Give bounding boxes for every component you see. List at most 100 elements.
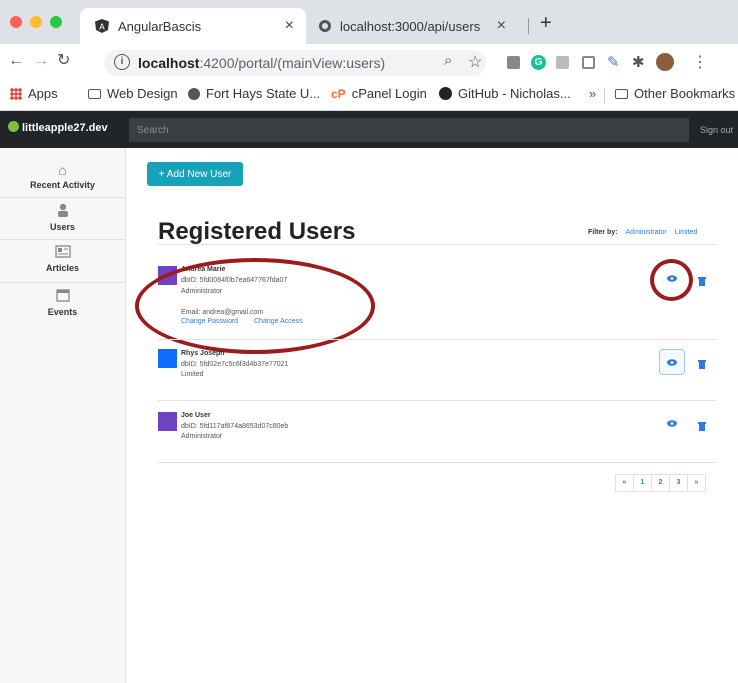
sidebar-divider: [0, 197, 125, 198]
pagination-page-3[interactable]: 3: [669, 474, 688, 492]
sidebar-item-label: Users: [49, 222, 76, 232]
divider: [158, 400, 716, 401]
delete-user-button[interactable]: [698, 418, 708, 431]
cpanel-icon: cP: [331, 86, 346, 101]
trash-icon: [698, 277, 706, 286]
delete-user-button[interactable]: [698, 356, 708, 369]
profile-avatar[interactable]: [656, 53, 674, 71]
tab-divider: [528, 18, 529, 34]
url-host: localhost: [138, 55, 200, 71]
bookmark-fort-hays[interactable]: Fort Hays State U...: [188, 86, 320, 101]
eye-icon: [667, 419, 677, 427]
browser-tab-angular[interactable]: A AngularBascis ×: [80, 8, 306, 44]
maximize-window-icon[interactable]: [50, 16, 62, 28]
svg-text:A: A: [99, 23, 105, 32]
sidebar-item-users[interactable]: Users: [0, 203, 125, 232]
angular-icon: A: [95, 19, 109, 33]
brand-name[interactable]: littleapple27.dev: [22, 122, 108, 134]
annotation-circle: [650, 259, 693, 301]
puzzle-icon[interactable]: ✱: [632, 53, 645, 71]
page-title: Registered Users: [158, 218, 356, 245]
sidebar-item-articles[interactable]: Articles: [0, 245, 125, 273]
new-tab-icon[interactable]: +: [540, 12, 552, 35]
user-name: Rhys Joseph: [181, 350, 225, 357]
sidebar-item-label: Articles: [45, 263, 80, 273]
zoom-icon[interactable]: ⌕: [444, 52, 452, 69]
filter-label: Filter by:: [588, 229, 618, 236]
bookmark-star-icon[interactable]: ☆: [468, 52, 482, 72]
user-dbid: dbID: 5fd02e7c5c6f3d4b37e77021: [181, 361, 289, 368]
back-icon[interactable]: ←: [8, 52, 24, 70]
add-new-user-button[interactable]: + Add New User: [147, 162, 243, 186]
avatar: [158, 412, 177, 431]
url-rest: :4200/portal/(mainView:users): [199, 55, 386, 71]
folder-icon: [88, 88, 101, 99]
extension-icon[interactable]: [582, 56, 595, 69]
bookmark-cpanel[interactable]: cP cPanel Login: [331, 86, 427, 101]
user-name: Joe User: [181, 412, 211, 419]
sidebar-item-recent-activity[interactable]: ⌂ Recent Activity: [0, 162, 125, 190]
eye-icon: [667, 358, 677, 366]
divider: [158, 462, 716, 463]
sidebar-item-label: Events: [47, 307, 78, 317]
github-icon: [439, 87, 452, 100]
user-dbid: dbID: 5fd117af874a8653d07c80eb: [181, 423, 289, 430]
minimize-window-icon[interactable]: [30, 16, 42, 28]
home-icon: ⌂: [58, 162, 67, 178]
grammarly-icon[interactable]: G: [531, 55, 546, 70]
bookmark-label: GitHub - Nicholas...: [458, 86, 571, 101]
trash-icon: [698, 422, 706, 431]
user-role: Administrator: [181, 433, 223, 440]
bookmark-label: Fort Hays State U...: [206, 86, 321, 101]
forward-icon[interactable]: →: [33, 52, 49, 70]
bookmark-web-design[interactable]: Web Design: [88, 86, 178, 101]
pen-icon[interactable]: ✎: [607, 53, 620, 71]
bookmark-label: Web Design: [107, 86, 178, 101]
bookmark-apps[interactable]: Apps: [10, 86, 58, 101]
trash-icon: [698, 360, 706, 369]
folder-icon: [615, 88, 628, 99]
close-tab-icon[interactable]: ×: [285, 17, 294, 35]
user-glyph: [57, 203, 68, 217]
sidebar-item-events[interactable]: Events: [0, 288, 125, 317]
view-user-button[interactable]: [659, 349, 685, 375]
reload-icon[interactable]: ↻: [57, 50, 70, 70]
app-search-bar: [129, 118, 689, 142]
browser-tab-api[interactable]: localhost:3000/api/users ×: [306, 8, 516, 44]
extension-icon[interactable]: [556, 56, 569, 69]
tab-title: AngularBascis: [118, 18, 202, 34]
sidebar-divider: [0, 282, 125, 283]
filter-administrator[interactable]: Administrator: [626, 229, 667, 236]
bookmark-github[interactable]: GitHub - Nicholas...: [439, 86, 571, 101]
pagination-page-1[interactable]: 1: [633, 474, 652, 492]
divider: [158, 244, 716, 245]
pagination-next[interactable]: »: [687, 474, 706, 492]
bookmark-label: Other Bookmarks: [634, 86, 736, 101]
delete-user-button[interactable]: [698, 273, 708, 286]
search-input[interactable]: [129, 118, 689, 142]
globe-icon: [319, 20, 331, 32]
signout-link[interactable]: Sign out: [700, 125, 733, 135]
view-user-button[interactable]: [660, 411, 684, 435]
pagination-page-2[interactable]: 2: [651, 474, 670, 492]
tab-title: localhost:3000/api/users: [340, 18, 481, 34]
url-text: localhost:4200/portal/(mainView:users): [138, 55, 385, 71]
bookmark-label: Apps: [28, 86, 58, 101]
globe-icon: [188, 87, 200, 100]
bookmarks-overflow[interactable]: »: [589, 86, 596, 101]
pagination-prev[interactable]: «: [615, 474, 634, 492]
close-window-icon[interactable]: [10, 16, 22, 28]
close-tab-icon[interactable]: ×: [497, 17, 506, 35]
pagination: « 1 2 3 »: [615, 474, 706, 492]
newspaper-icon: [0, 245, 125, 261]
apps-grid-icon: [10, 87, 22, 100]
menu-icon[interactable]: ⋮: [692, 52, 708, 72]
sidebar-item-label: Recent Activity: [30, 180, 95, 190]
filter-limited[interactable]: Limited: [675, 229, 698, 236]
extension-icon[interactable]: [507, 56, 520, 69]
filter-bar: Filter by: Administrator Limited: [588, 229, 697, 236]
bookmark-other[interactable]: Other Bookmarks: [615, 86, 735, 101]
user-icon: [0, 203, 125, 220]
bookmark-label: cPanel Login: [351, 86, 427, 101]
info-icon[interactable]: i: [114, 54, 130, 70]
